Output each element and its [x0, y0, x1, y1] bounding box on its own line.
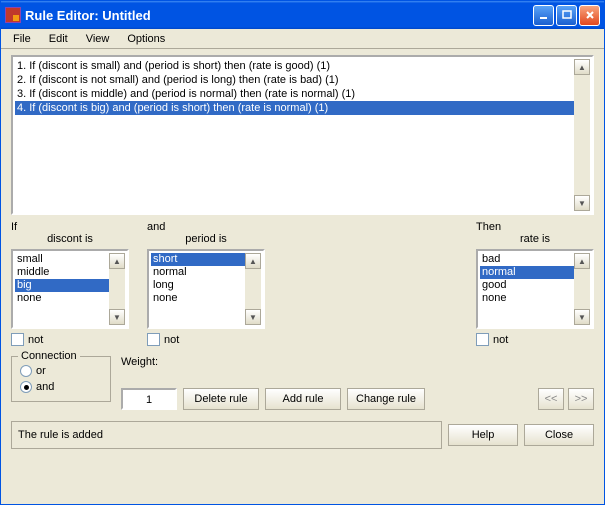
and-keyword: and	[147, 221, 265, 233]
rule-line[interactable]: 4. If (discont is big) and (period is sh…	[15, 101, 574, 115]
discont-label: discont is	[11, 233, 129, 245]
period-label: period is	[147, 233, 265, 245]
list-item[interactable]: bad	[480, 253, 574, 266]
rule-line[interactable]: 3. If (discont is middle) and (period is…	[15, 87, 574, 101]
app-icon	[5, 7, 21, 23]
menu-file[interactable]: File	[5, 31, 39, 47]
rules-list[interactable]: 1. If (discont is small) and (period is …	[11, 55, 594, 215]
connection-legend: Connection	[18, 350, 80, 362]
connection-and-radio[interactable]	[20, 381, 32, 393]
rule-line[interactable]: 1. If (discont is small) and (period is …	[15, 59, 574, 73]
list-item[interactable]: middle	[15, 266, 109, 279]
list-item[interactable]: long	[151, 279, 245, 292]
scroll-down-icon[interactable]: ▼	[574, 309, 590, 325]
maximize-button[interactable]	[556, 5, 577, 26]
scroll-down-icon[interactable]: ▼	[574, 195, 590, 211]
add-rule-button[interactable]: Add rule	[265, 388, 341, 410]
minimize-button[interactable]	[533, 5, 554, 26]
close-button[interactable]	[579, 5, 600, 26]
scroll-up-icon[interactable]: ▲	[245, 253, 261, 269]
period-listbox[interactable]: shortnormallongnone ▲ ▼	[147, 249, 265, 329]
window-title: Rule Editor: Untitled	[25, 8, 533, 23]
rate-label: rate is	[476, 233, 594, 245]
rules-scrollbar[interactable]: ▲ ▼	[574, 59, 590, 211]
close-dialog-button[interactable]: Close	[524, 424, 594, 446]
scroll-up-icon[interactable]: ▲	[574, 253, 590, 269]
rate-not-row: not	[476, 333, 594, 346]
then-keyword: Then	[476, 221, 594, 233]
list-item[interactable]: small	[15, 253, 109, 266]
connection-and-label: and	[36, 381, 54, 393]
list-item[interactable]: good	[480, 279, 574, 292]
close-icon	[585, 10, 595, 20]
cond-period: and period is shortnormallongnone ▲ ▼ no…	[147, 221, 265, 346]
connection-or-row: or	[20, 365, 102, 377]
menu-edit[interactable]: Edit	[41, 31, 76, 47]
next-button[interactable]: >>	[568, 388, 594, 410]
scroll-up-icon[interactable]: ▲	[574, 59, 590, 75]
weight-column: Weight: 1 Delete rule Add rule Change ru…	[121, 356, 425, 410]
list-item[interactable]: short	[151, 253, 245, 266]
list-item[interactable]: none	[480, 292, 574, 305]
discont-scrollbar[interactable]: ▲ ▼	[109, 253, 125, 325]
menu-view[interactable]: View	[78, 31, 118, 47]
titlebar: Rule Editor: Untitled	[1, 1, 604, 29]
prev-button[interactable]: <<	[538, 388, 564, 410]
menubar: File Edit View Options	[1, 29, 604, 49]
connection-or-radio[interactable]	[20, 365, 32, 377]
rate-scrollbar[interactable]: ▲ ▼	[574, 253, 590, 325]
list-item[interactable]: normal	[480, 266, 574, 279]
list-item[interactable]: none	[15, 292, 109, 305]
connection-or-label: or	[36, 365, 46, 377]
weight-input[interactable]: 1	[121, 388, 177, 410]
rate-listbox[interactable]: badnormalgoodnone ▲ ▼	[476, 249, 594, 329]
period-not-checkbox[interactable]	[147, 333, 160, 346]
help-button[interactable]: Help	[448, 424, 518, 446]
discont-not-label: not	[28, 334, 43, 346]
discont-not-checkbox[interactable]	[11, 333, 24, 346]
list-item[interactable]: big	[15, 279, 109, 292]
cond-rate: Then rate is badnormalgoodnone ▲ ▼ not	[476, 221, 594, 346]
discont-not-row: not	[11, 333, 129, 346]
nav-buttons: << >>	[538, 388, 594, 410]
period-scrollbar[interactable]: ▲ ▼	[245, 253, 261, 325]
cond-discont: If discont is smallmiddlebignone ▲ ▼ not	[11, 221, 129, 346]
statusbar: The rule is added Help Close	[11, 418, 594, 452]
rate-not-checkbox[interactable]	[476, 333, 489, 346]
connection-group: Connection or and	[11, 356, 111, 402]
scroll-down-icon[interactable]: ▼	[245, 309, 261, 325]
menu-options[interactable]: Options	[119, 31, 173, 47]
window: Rule Editor: Untitled File Edit View Opt…	[0, 0, 605, 505]
if-keyword: If	[11, 221, 129, 233]
discont-listbox[interactable]: smallmiddlebignone ▲ ▼	[11, 249, 129, 329]
minimize-icon	[539, 10, 549, 20]
period-not-row: not	[147, 333, 265, 346]
change-rule-button[interactable]: Change rule	[347, 388, 425, 410]
client-area: 1. If (discont is small) and (period is …	[1, 49, 604, 504]
rule-line[interactable]: 2. If (discont is not small) and (period…	[15, 73, 574, 87]
list-item[interactable]: normal	[151, 266, 245, 279]
controls-row: Connection or and Weight: 1 Delete rule …	[11, 356, 594, 410]
scroll-down-icon[interactable]: ▼	[109, 309, 125, 325]
list-item[interactable]: none	[151, 292, 245, 305]
conditions-row: If discont is smallmiddlebignone ▲ ▼ not	[11, 221, 594, 346]
period-not-label: not	[164, 334, 179, 346]
delete-rule-button[interactable]: Delete rule	[183, 388, 259, 410]
rate-not-label: not	[493, 334, 508, 346]
maximize-icon	[562, 10, 572, 20]
scroll-up-icon[interactable]: ▲	[109, 253, 125, 269]
weight-label: Weight:	[121, 356, 425, 368]
connection-and-row: and	[20, 381, 102, 393]
status-text: The rule is added	[11, 421, 442, 449]
window-buttons	[533, 5, 600, 26]
